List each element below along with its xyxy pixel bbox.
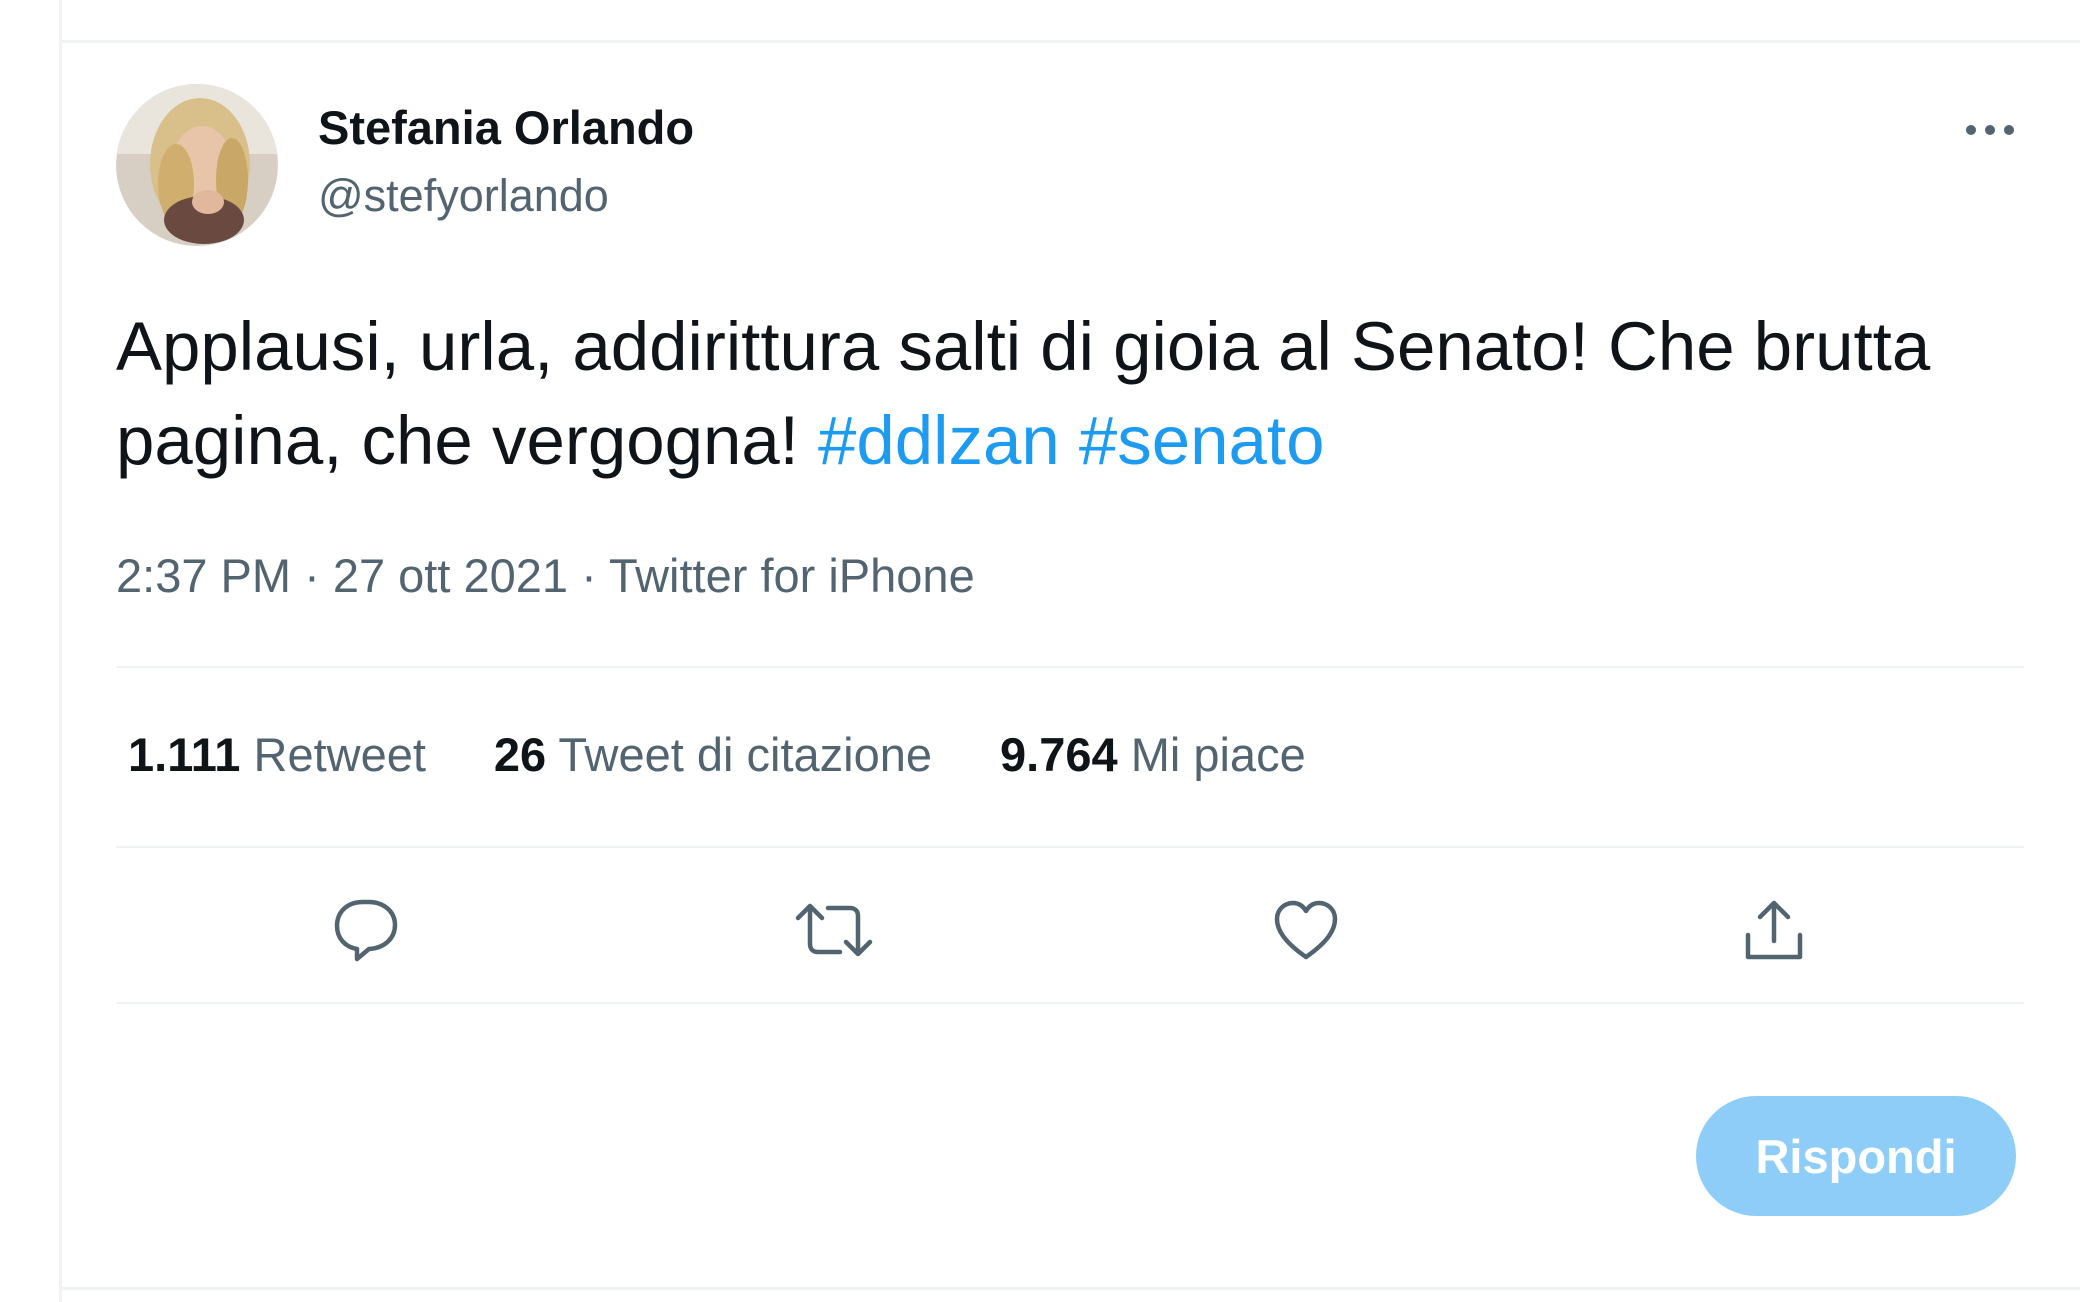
hashtag-link[interactable]: #ddlzan	[818, 402, 1060, 479]
retweet-action-button[interactable]	[794, 890, 874, 970]
heart-icon	[1274, 900, 1338, 960]
stat-number: 9.764	[1000, 728, 1118, 781]
hashtag-link[interactable]: #senato	[1079, 402, 1325, 479]
left-border	[59, 0, 62, 1302]
stat-label: Mi piace	[1130, 728, 1306, 781]
tweet-time[interactable]: 2:37 PM	[116, 549, 291, 602]
reply-button[interactable]: Rispondi	[1696, 1096, 2016, 1216]
like-action-button[interactable]	[1266, 890, 1346, 970]
tweet-text: Applausi, urla, addirittura salti di gio…	[116, 300, 2036, 488]
more-options-button[interactable]	[1950, 100, 2030, 160]
stat-number: 1.111	[128, 728, 241, 781]
avatar[interactable]	[116, 84, 278, 246]
meta-separator: ·	[304, 549, 320, 602]
divider	[116, 846, 2024, 848]
quote-tweet-count[interactable]: 26 Tweet di citazione	[494, 727, 932, 782]
top-border	[59, 40, 2080, 43]
tweet-metadata: 2:37 PM · 27 ott 2021 · Twitter for iPho…	[116, 548, 975, 603]
more-horizontal-icon	[1966, 125, 2014, 135]
author-handle[interactable]: @stefyorlando	[318, 170, 609, 222]
reply-action-button[interactable]	[326, 890, 406, 970]
tweet-page: Stefania Orlando @stefyorlando Applausi,…	[0, 0, 2080, 1302]
share-icon	[1745, 900, 1803, 960]
divider	[116, 666, 2024, 668]
comment-icon	[334, 899, 398, 962]
share-action-button[interactable]	[1734, 890, 1814, 970]
stat-label: Tweet di citazione	[558, 728, 933, 781]
stat-number: 26	[493, 728, 547, 781]
meta-separator: ·	[581, 549, 597, 602]
bottom-border	[59, 1287, 2080, 1290]
stat-label: Retweet	[253, 728, 426, 781]
divider	[116, 1002, 2024, 1004]
like-count[interactable]: 9.764 Mi piace	[1000, 727, 1306, 782]
tweet-source[interactable]: Twitter for iPhone	[609, 549, 975, 602]
retweet-icon	[795, 903, 873, 957]
tweet-date[interactable]: 27 ott 2021	[333, 549, 568, 602]
author-display-name[interactable]: Stefania Orlando	[318, 100, 694, 155]
retweet-count[interactable]: 1.111 Retweet	[128, 727, 426, 782]
tweet-stats: 1.111 Retweet 26 Tweet di citazione 9.76…	[128, 727, 1374, 782]
